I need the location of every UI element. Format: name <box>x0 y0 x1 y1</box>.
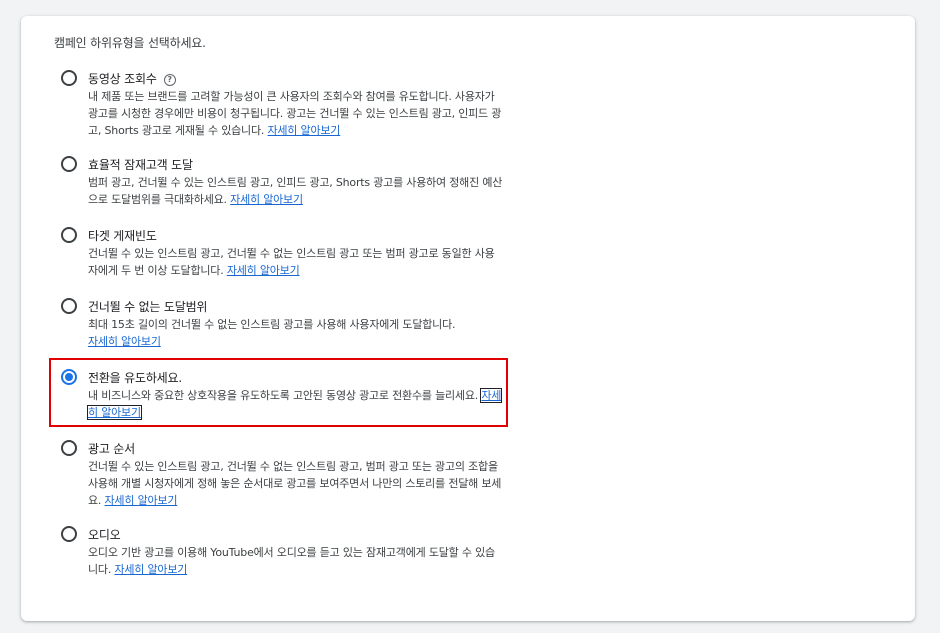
option-description: 내 비즈니스와 중요한 상호작용을 유도하도록 고안된 동영상 광고로 전환수를… <box>88 389 479 402</box>
option-title: 타겟 게재빈도 <box>88 229 157 243</box>
radio-efficient-reach[interactable] <box>61 156 77 172</box>
option-title: 광고 순서 <box>88 442 135 456</box>
learn-more-link[interactable]: 자세히 알아보기 <box>267 124 340 137</box>
option-title: 전환을 유도하세요. <box>88 371 182 385</box>
subtype-prompt: 캠페인 하위유형을 선택하세요. <box>54 36 206 50</box>
radio-drive-conversions[interactable] <box>61 369 77 385</box>
learn-more-link[interactable]: 자세히 알아보기 <box>105 494 178 507</box>
help-icon[interactable]: ? <box>163 74 176 86</box>
radio-non-skippable-reach[interactable] <box>61 298 77 314</box>
learn-more-link[interactable]: 자세히 알아보기 <box>114 563 187 576</box>
radio-ad-sequence[interactable] <box>61 440 77 456</box>
radio-audio[interactable] <box>61 526 77 542</box>
learn-more-link[interactable]: 자세히 알아보기 <box>227 264 300 277</box>
option-title: 건너뛸 수 없는 도달범위 <box>88 300 208 314</box>
subtype-card: 캠페인 하위유형을 선택하세요. 동영상 조회수? 내 제품 또는 브랜드를 고… <box>21 16 915 621</box>
radio-video-views[interactable] <box>61 70 77 86</box>
option-title: 동영상 조회수 <box>88 72 157 86</box>
option-description: 최대 15초 길이의 건너뛸 수 없는 인스트림 광고를 사용해 사용자에게 도… <box>88 318 456 331</box>
option-title: 효율적 잠재고객 도달 <box>88 158 193 172</box>
option-title: 오디오 <box>88 528 121 542</box>
radio-target-frequency[interactable] <box>61 227 77 243</box>
learn-more-link[interactable]: 자세히 알아보기 <box>88 335 161 348</box>
learn-more-link[interactable]: 자세히 알아보기 <box>230 193 303 206</box>
